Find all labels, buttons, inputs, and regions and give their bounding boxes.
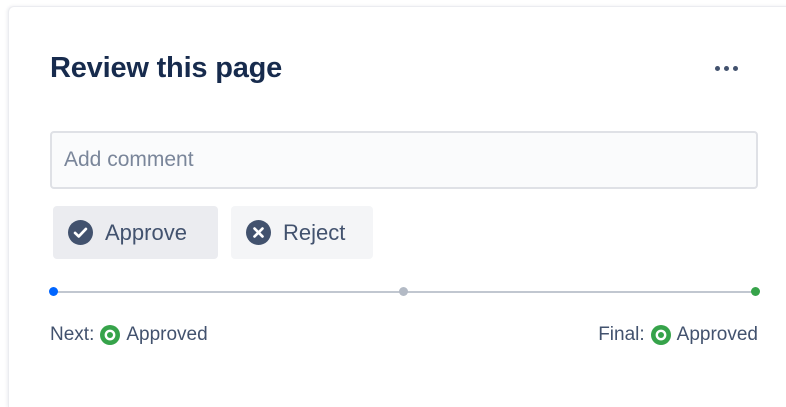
more-actions-button[interactable] xyxy=(704,52,748,84)
approved-status-icon xyxy=(100,325,121,345)
more-dot-icon xyxy=(732,65,738,71)
reject-button[interactable]: Reject xyxy=(231,206,373,259)
progress-dot-next xyxy=(399,287,408,296)
final-status-value: Approved xyxy=(676,324,758,345)
check-circle-icon xyxy=(68,220,93,245)
approve-label: Approve xyxy=(105,219,187,245)
final-status-label: Final: xyxy=(598,324,645,345)
next-status-value: Approved xyxy=(126,324,208,345)
final-status: Final: Approved xyxy=(598,324,758,346)
next-status: Next: Approved xyxy=(50,324,208,346)
comment-input[interactable] xyxy=(50,131,758,189)
reject-label: Reject xyxy=(283,219,346,245)
approved-status-icon xyxy=(650,325,671,345)
more-dot-icon xyxy=(714,65,720,71)
panel-title: Review this page xyxy=(50,52,283,84)
next-status-label: Next: xyxy=(50,324,95,345)
cross-circle-icon xyxy=(246,220,271,245)
progress-dot-current xyxy=(49,287,58,296)
approve-button[interactable]: Approve xyxy=(53,206,218,259)
progress-dot-final xyxy=(751,287,760,296)
more-dot-icon xyxy=(723,65,729,71)
